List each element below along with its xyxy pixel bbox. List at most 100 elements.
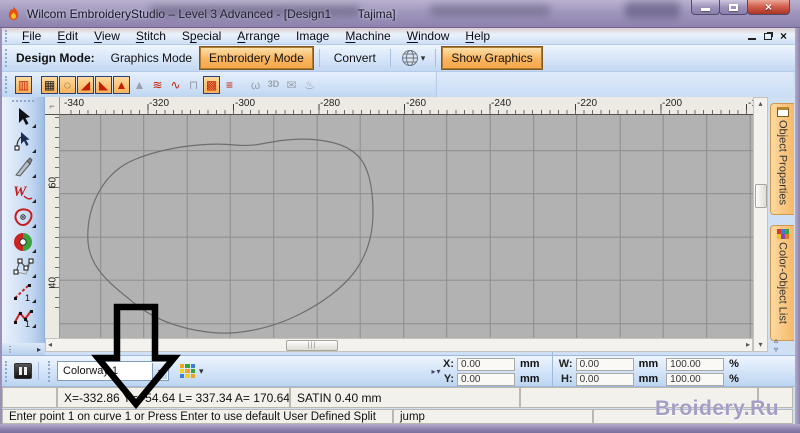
- graphics-mode-button[interactable]: Graphics Mode: [103, 48, 200, 68]
- triple-run-tool[interactable]: 1: [9, 304, 37, 329]
- design-canvas[interactable]: [60, 115, 753, 338]
- x-label: X:: [438, 358, 454, 370]
- toolbar-empty-area: [437, 72, 793, 97]
- tatami-fill-icon[interactable]: ▦: [41, 76, 58, 94]
- menu-view[interactable]: View: [86, 28, 128, 44]
- watermark: Broidery.Ru: [655, 397, 779, 421]
- scroll-left-icon[interactable]: ◂: [46, 339, 54, 351]
- tab-color-object-list[interactable]: Color-Object List: [770, 225, 794, 341]
- tab-object-properties[interactable]: Object Properties: [770, 103, 794, 215]
- close-button[interactable]: ×: [747, 0, 790, 15]
- horizontal-scroll-thumb[interactable]: |||: [286, 340, 338, 351]
- toolbar-drag-handle[interactable]: [48, 361, 53, 382]
- applique-tool[interactable]: [9, 204, 37, 229]
- y-unit: mm: [520, 373, 540, 385]
- combo-dropdown-button[interactable]: ▾: [152, 363, 167, 379]
- embroidery-mode-button[interactable]: Embroidery Mode: [200, 47, 313, 69]
- horizontal-scrollbar[interactable]: ◂ ||| ▸: [45, 338, 753, 352]
- minimize-button[interactable]: [691, 0, 720, 15]
- menu-window[interactable]: Window: [399, 28, 458, 44]
- x-input[interactable]: [457, 358, 515, 371]
- scale-h-input[interactable]: [666, 373, 724, 386]
- wave-run-icon[interactable]: ∿: [167, 76, 184, 94]
- thread-colors-tool[interactable]: [9, 229, 37, 254]
- hoop-globe-button[interactable]: ▾: [397, 47, 430, 69]
- closed-object-tool[interactable]: [9, 254, 37, 279]
- chevron-down-icon[interactable]: ▾: [199, 366, 204, 377]
- knife-tool[interactable]: [9, 154, 37, 179]
- show-graphics-button[interactable]: Show Graphics: [442, 47, 541, 69]
- colorway-select[interactable]: Colorway 1 ▾: [57, 361, 169, 381]
- maximize-button[interactable]: [719, 0, 748, 15]
- w-label: W:: [557, 358, 573, 370]
- pattern-fill-icon[interactable]: ▩: [203, 76, 220, 94]
- design-outline-layer: [60, 115, 753, 338]
- scale-w-input[interactable]: [666, 358, 724, 371]
- menu-arrange[interactable]: Arrange: [229, 28, 288, 44]
- convert-button[interactable]: Convert: [326, 48, 384, 68]
- vertical-scrollbar[interactable]: ▴ ▾: [753, 97, 768, 352]
- run-stitch-tool[interactable]: 1: [9, 279, 37, 304]
- menu-special[interactable]: Special: [174, 28, 229, 44]
- window-controls: ×: [692, 0, 790, 15]
- hruler-label: -260: [406, 98, 426, 109]
- toolbox-more-icon[interactable]: ⋮: [6, 345, 14, 354]
- menu-edit[interactable]: Edit: [49, 28, 86, 44]
- svg-text:1: 1: [25, 293, 30, 303]
- menu-image[interactable]: Image: [288, 28, 337, 44]
- menu-machine[interactable]: Machine: [337, 28, 398, 44]
- stitch-icons: ▥▦◌◢◣▲▲≋∿⊓▩≡ω3D✉♨: [14, 76, 318, 94]
- zigzag-fill-icon[interactable]: ▥: [15, 76, 32, 94]
- lettering-w-icon: W: [12, 181, 34, 203]
- scroll-down-icon[interactable]: ▾: [756, 339, 764, 351]
- menu-help[interactable]: Help: [457, 28, 498, 44]
- contour-run-icon[interactable]: ▲: [131, 76, 148, 94]
- ruler-origin-box[interactable]: ⌐: [45, 97, 60, 115]
- 3d-effect-icon[interactable]: 3D: [265, 76, 282, 94]
- vertical-ruler: 6040: [45, 115, 60, 338]
- mdi-minimize-icon[interactable]: [748, 32, 756, 40]
- dock-cycle-arrows[interactable]: ▵▿: [774, 337, 778, 355]
- scroll-up-icon[interactable]: ▴: [756, 98, 764, 110]
- toolbar-drag-handle[interactable]: [5, 49, 10, 67]
- toolbar-drag-handle[interactable]: [12, 100, 34, 102]
- app-window: Wilcom EmbroideryStudio – Level 3 Advanc…: [0, 0, 800, 433]
- titlebar-glass-reflection: [625, 2, 680, 18]
- select-tool[interactable]: [9, 104, 37, 129]
- separator: [38, 362, 39, 380]
- contour-fill-icon[interactable]: ▲: [113, 76, 130, 94]
- step-run-icon[interactable]: ⊓: [185, 76, 202, 94]
- lettering-tool[interactable]: W: [9, 179, 37, 204]
- w-input[interactable]: [576, 358, 634, 371]
- y-label: Y:: [438, 373, 454, 385]
- toolbar-drag-handle[interactable]: [5, 361, 10, 382]
- y-input[interactable]: [457, 373, 515, 386]
- radial-fill-icon[interactable]: ◣: [95, 76, 112, 94]
- motif-fill-icon[interactable]: ◌: [59, 76, 76, 94]
- fan-fill-icon[interactable]: ◢: [77, 76, 94, 94]
- fancy-fill-icon[interactable]: ω: [247, 76, 264, 94]
- design-slide-icon[interactable]: [14, 363, 32, 379]
- zigzag-run-icon[interactable]: ≋: [149, 76, 166, 94]
- mdi-close-icon[interactable]: ×: [780, 30, 787, 42]
- horizontal-ruler: -340-320-300-280-260-240-220-200-18: [60, 97, 753, 115]
- mdi-restore-icon[interactable]: [764, 33, 772, 40]
- toolbar-drag-handle[interactable]: [5, 76, 10, 94]
- satin-lines-icon[interactable]: ≡: [221, 76, 238, 94]
- toolbox-expand-icon[interactable]: ▸: [37, 345, 41, 354]
- toolbar-drag-handle[interactable]: [5, 30, 10, 41]
- basket-effect-icon[interactable]: ♨: [301, 76, 318, 94]
- titlebar[interactable]: Wilcom EmbroideryStudio – Level 3 Advanc…: [0, 0, 800, 28]
- reshape-tool[interactable]: [9, 129, 37, 154]
- menu-file[interactable]: File: [14, 28, 49, 44]
- close-icon: ×: [765, 1, 772, 13]
- vruler-label: 60: [48, 176, 59, 190]
- scroll-right-icon[interactable]: ▸: [744, 339, 752, 351]
- h-input[interactable]: [576, 373, 634, 386]
- envelope-effect-icon[interactable]: ✉: [283, 76, 300, 94]
- menu-stitch[interactable]: Stitch: [128, 28, 174, 44]
- vertical-scroll-thumb[interactable]: [755, 184, 767, 208]
- color-wheel-icon: [12, 231, 34, 253]
- maximize-icon: [729, 4, 738, 11]
- colorway-palette-button[interactable]: [179, 363, 196, 379]
